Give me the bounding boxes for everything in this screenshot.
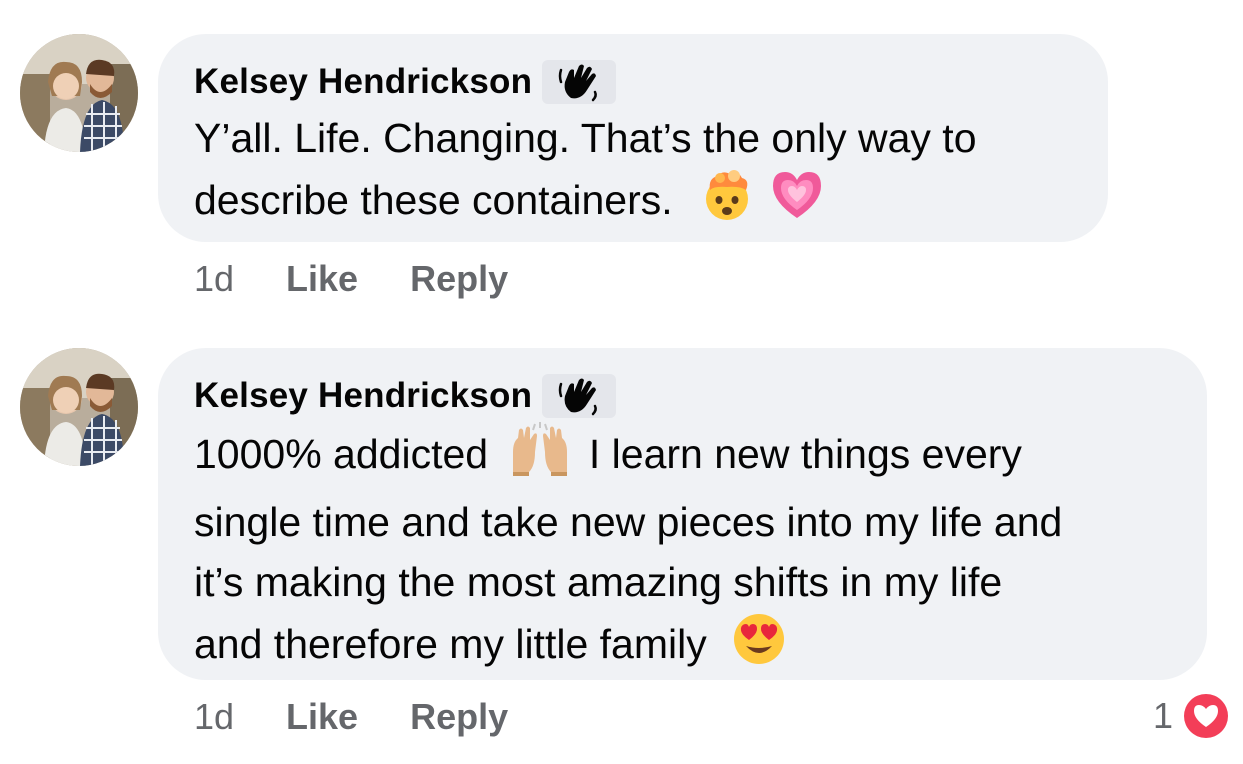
raising-hands-emoji [509,422,571,492]
comment-actions: 1d Like Reply [194,696,508,738]
comment-bubble: Kelsey Hendrickson Y’all. Life. Changing… [158,34,1108,242]
comment-text: 1000% addicted I learn new things every … [194,422,1171,682]
reply-button[interactable]: Reply [410,258,508,300]
avatar[interactable] [20,348,138,466]
wave-hand-icon[interactable] [542,60,617,104]
reply-button[interactable]: Reply [410,696,508,738]
heart-eyes-emoji [732,612,786,682]
author-name[interactable]: Kelsey Hendrickson [194,376,532,416]
growing-heart-emoji [769,168,825,238]
reaction-summary[interactable]: 1 [1153,691,1231,741]
wave-hand-icon[interactable] [542,374,617,418]
like-button[interactable]: Like [286,258,358,300]
comment-bubble: Kelsey Hendrickson 1000% addicted I lear… [158,348,1207,680]
comment-actions: 1d Like Reply [194,258,508,300]
timestamp[interactable]: 1d [194,696,234,738]
timestamp[interactable]: 1d [194,258,234,300]
love-heart-icon [1181,691,1231,741]
like-button[interactable]: Like [286,696,358,738]
author-name[interactable]: Kelsey Hendrickson [194,62,532,102]
comment-text: Y’all. Life. Changing. That’s the only w… [194,108,1072,238]
avatar[interactable] [20,34,138,152]
reaction-count: 1 [1152,695,1173,736]
mind-blown-emoji [700,168,754,238]
